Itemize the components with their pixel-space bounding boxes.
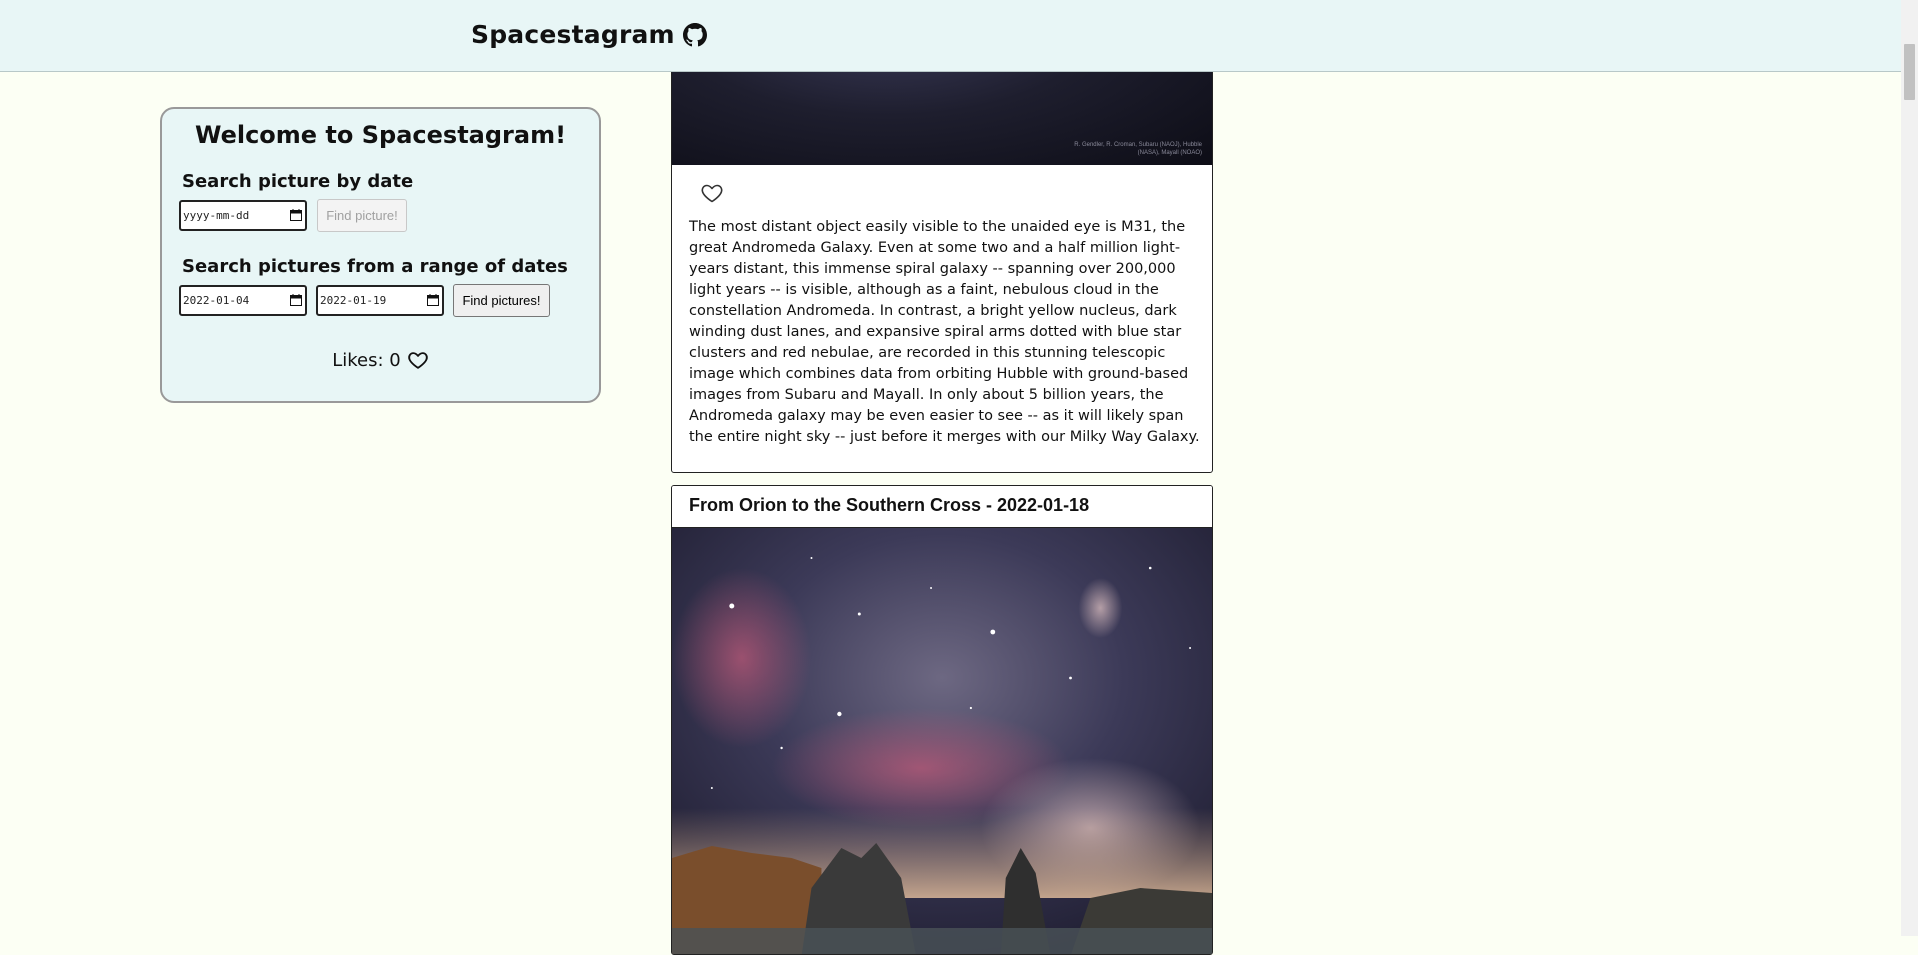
- post-header: From Orion to the Southern Cross - 2022-…: [672, 486, 1212, 528]
- single-date-value: yyyy-mm-dd: [183, 209, 250, 222]
- range-end-date-input[interactable]: 2022-01-19: [316, 285, 444, 316]
- find-picture-button[interactable]: Find picture!: [317, 199, 407, 232]
- likes-counter: Likes: 0: [162, 349, 599, 371]
- top-nav-bar: Spacestagram: [0, 0, 1918, 72]
- scrollbar-thumb[interactable]: [1904, 44, 1915, 100]
- range-start-value: 2022-01-04: [183, 294, 250, 307]
- image-credit: R. Gendler, R. Croman, Subaru (NAOJ), Hu…: [1074, 142, 1202, 156]
- app-title: Spacestagram: [471, 20, 675, 49]
- post-explanation: The most distant object easily visible t…: [689, 219, 1200, 445]
- like-button[interactable]: [700, 181, 724, 205]
- post-card: From Orion to the Southern Cross - 2022-…: [671, 485, 1213, 955]
- page-scrollbar[interactable]: [1901, 0, 1918, 936]
- welcome-panel: Welcome to Spacestagram! Search picture …: [160, 107, 601, 403]
- range-end-value: 2022-01-19: [320, 294, 387, 307]
- post-title: From Orion to the Southern Cross - 2022-…: [689, 495, 1090, 515]
- brand[interactable]: Spacestagram: [471, 20, 707, 49]
- heart-icon: [407, 349, 429, 371]
- single-date-input[interactable]: yyyy-mm-dd: [179, 200, 307, 231]
- range-start-date-input[interactable]: 2022-01-04: [179, 285, 307, 316]
- calendar-icon[interactable]: [427, 294, 439, 306]
- find-pictures-button[interactable]: Find pictures!: [453, 284, 550, 317]
- heart-outline-icon: [701, 184, 723, 203]
- likes-label: Likes: 0: [332, 349, 401, 371]
- calendar-icon[interactable]: [290, 294, 302, 306]
- post-image: [672, 528, 1212, 954]
- date-range-label: Search pictures from a range of dates: [182, 256, 568, 277]
- single-date-label: Search picture by date: [182, 171, 414, 192]
- github-icon[interactable]: [682, 22, 707, 47]
- calendar-icon[interactable]: [290, 209, 302, 221]
- welcome-heading: Welcome to Spacestagram!: [194, 121, 567, 149]
